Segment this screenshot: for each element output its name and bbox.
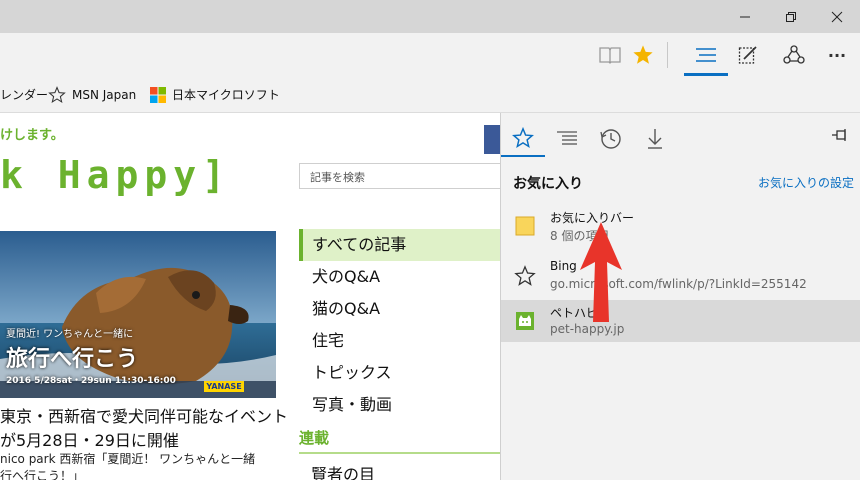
favbar-item-msn[interactable]: MSN Japan [48, 86, 136, 104]
hero-headline: 旅行へ行こう [6, 347, 139, 372]
minimize-icon[interactable] [722, 0, 768, 33]
folder-icon [515, 216, 535, 236]
reading-list-icon [557, 131, 577, 145]
pethappy-favicon [516, 312, 534, 330]
category-all[interactable]: すべての記事 [299, 229, 500, 261]
star-outline-icon [514, 265, 536, 286]
history-icon [600, 129, 621, 149]
sponsor-logo: YANASE [204, 381, 244, 392]
hero-tagline: 夏間近! ワンちゃんと一緒に [6, 329, 134, 340]
series-item[interactable]: 賢者の目 [311, 461, 375, 480]
category-menu: すべての記事 犬のQ&A 猫のQ&A 住宅 トピックス 写真・動画 [299, 229, 500, 421]
category-cat-qa[interactable]: 猫のQ&A [299, 293, 500, 325]
title-bar [0, 0, 860, 33]
reading-view-icon[interactable] [594, 39, 626, 71]
favbar-item-label: 日本マイクロソフト [172, 88, 280, 102]
favorite-star-icon[interactable] [627, 39, 659, 71]
favbar-item-microsoft[interactable]: 日本マイクロソフト [150, 86, 280, 103]
hero-date: 2016 5/28sat・29sun 11:30-16:00 [6, 376, 176, 386]
search-input[interactable]: 記事を検索 [299, 163, 500, 189]
favorite-item-pethappy[interactable]: ペトハピ pet-happy.jp [501, 300, 860, 342]
series-heading: 連載 [299, 427, 500, 454]
hub-title: お気に入り [513, 176, 583, 192]
article-title[interactable]: 東京・西新宿で愛犬同伴可能なイベントが5月28日・29日に開催 [0, 405, 292, 453]
web-note-icon[interactable] [732, 39, 764, 71]
favbar-item-label: MSN Japan [72, 88, 137, 102]
announcement-text: けします。 [0, 128, 64, 143]
category-topics[interactable]: トピックス [299, 357, 500, 389]
share-icon[interactable] [778, 39, 810, 71]
facebook-button[interactable] [484, 125, 500, 154]
reading-list-tab[interactable] [545, 121, 589, 157]
site-logo[interactable]: k Happy] [0, 153, 231, 197]
star-outline-icon [512, 127, 534, 149]
download-icon [648, 129, 662, 149]
favorite-name: Bing [550, 259, 577, 273]
hub-icon[interactable] [690, 39, 722, 71]
hub-panel: お気に入り お気に入りの設定 お気に入りバー 8 個の項目 Bing go.mi… [500, 113, 860, 480]
favorites-settings-link[interactable]: お気に入りの設定 [758, 174, 854, 191]
article-summary: nico park 西新宿「夏間近！ ワンちゃんと一緒 行へ行こう！」 [0, 451, 300, 480]
favorite-item-bing[interactable]: Bing go.microsoft.com/fwlink/p/?LinkId=2… [501, 255, 860, 297]
favorites-tab[interactable] [501, 121, 545, 157]
hero-banner[interactable]: 夏間近! ワンちゃんと一緒に 旅行へ行こう 2016 5/28sat・29sun… [0, 231, 276, 398]
history-tab[interactable] [589, 121, 633, 157]
favbar-item-label: レンダー [0, 88, 49, 102]
favorites-bar: レンダー MSN Japan 日本マイクロソフト [0, 76, 860, 113]
article-summary-line: nico park 西新宿「夏間近！ ワンちゃんと一緒 [0, 452, 256, 466]
article-summary-line: 行へ行こう！」 [0, 469, 85, 480]
category-housing[interactable]: 住宅 [299, 325, 500, 357]
restore-icon[interactable] [768, 0, 814, 33]
category-dog-qa[interactable]: 犬のQ&A [299, 261, 500, 293]
favbar-item-calendar[interactable]: レンダー [0, 86, 48, 103]
downloads-tab[interactable] [633, 121, 677, 157]
more-icon[interactable]: ··· [821, 39, 853, 71]
microsoft-logo-icon [150, 86, 166, 103]
close-icon[interactable] [814, 0, 860, 33]
web-page: けします。 k Happy] 記事を検索 夏間近! ワンちゃんと一緒に 旅行へ行… [0, 113, 500, 480]
pin-icon[interactable] [831, 127, 849, 146]
annotation-arrow-icon [580, 222, 622, 322]
star-outline-icon [48, 86, 66, 104]
favorite-item-folder[interactable]: お気に入りバー 8 個の項目 [501, 205, 860, 247]
browser-toolbar: ··· [0, 33, 860, 76]
category-photo-video[interactable]: 写真・動画 [299, 389, 500, 421]
